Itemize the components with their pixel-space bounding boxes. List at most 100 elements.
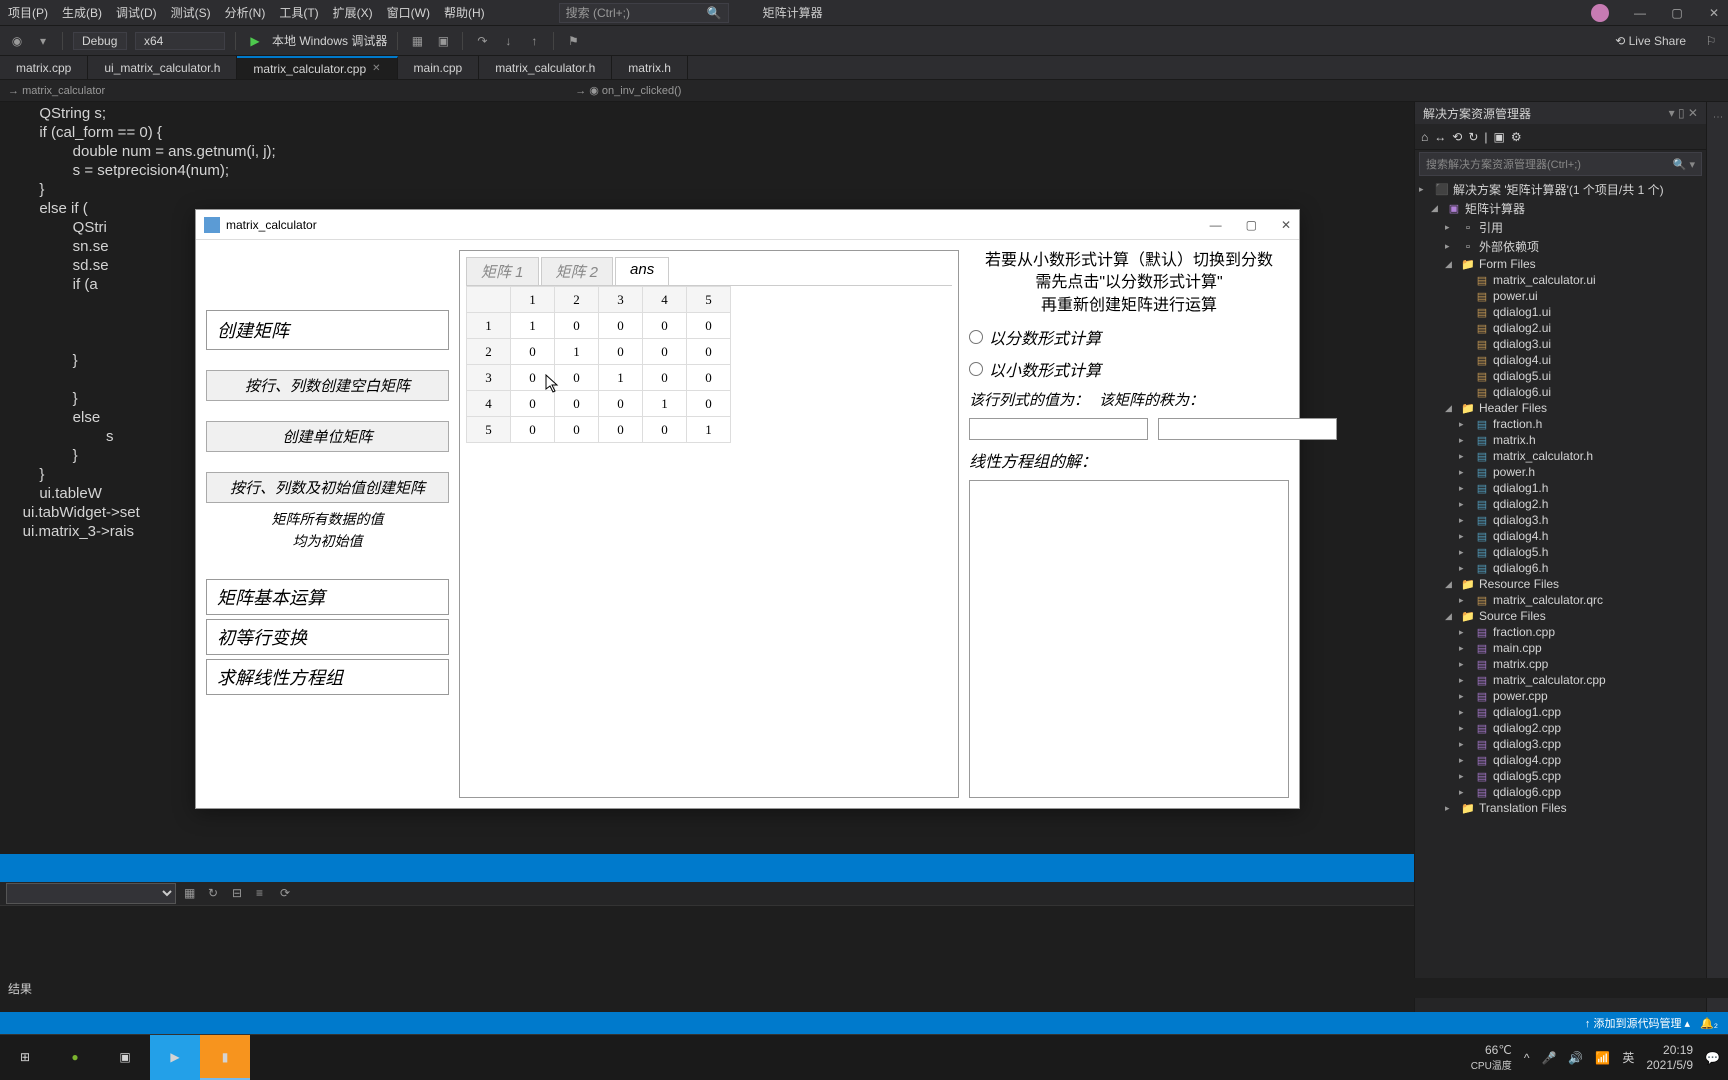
tray-notif-icon[interactable]: 💬: [1705, 1051, 1720, 1065]
solve-linear-section[interactable]: 求解线性方程组: [206, 659, 449, 695]
se-view-icon[interactable]: ▣: [1494, 130, 1505, 144]
tree-node[interactable]: ◢📁Header Files: [1415, 400, 1706, 416]
project-name-button[interactable]: 矩阵计算器: [763, 4, 823, 21]
se-prop-icon[interactable]: ⚙: [1511, 130, 1522, 144]
step-out-icon[interactable]: ↑: [525, 32, 543, 50]
tray-net-icon[interactable]: 📶: [1595, 1051, 1610, 1065]
decimal-mode-radio[interactable]: 以小数形式计算: [969, 357, 1289, 381]
menu-analyze[interactable]: 分析(N): [225, 4, 266, 21]
tree-node[interactable]: ◢📁Source Files: [1415, 608, 1706, 624]
tree-node[interactable]: ▸▤qdialog4.cpp: [1415, 752, 1706, 768]
tree-node[interactable]: ▸▤qdialog6.cpp: [1415, 784, 1706, 800]
tree-node[interactable]: ▸▤qdialog1.h: [1415, 480, 1706, 496]
menu-help[interactable]: 帮助(H): [444, 4, 485, 21]
tree-node[interactable]: ▸⬛解决方案 '矩阵计算器'(1 个项目/共 1 个): [1415, 180, 1706, 199]
tree-node[interactable]: ▸▤matrix.h: [1415, 432, 1706, 448]
tab-matrix-cpp[interactable]: matrix.cpp: [0, 56, 88, 79]
output-icon-1[interactable]: ▦: [184, 886, 200, 902]
step-over-icon[interactable]: ↷: [473, 32, 491, 50]
menu-project[interactable]: 项目(P): [8, 4, 48, 21]
tree-node[interactable]: ▸▫外部依赖项: [1415, 237, 1706, 256]
tree-node[interactable]: ◢📁Resource Files: [1415, 576, 1706, 592]
matrix-table[interactable]: 12345110000201000300100400010500001: [466, 286, 731, 443]
menu-window[interactable]: 窗口(W): [387, 4, 430, 21]
dialog-maximize-icon[interactable]: ▢: [1246, 218, 1257, 232]
breadcrumb-func[interactable]: → ◉ on_inv_clicked(): [575, 84, 681, 97]
global-search-input[interactable]: 搜索 (Ctrl+;) 🔍: [559, 3, 729, 23]
create-blank-button[interactable]: 按行、列数创建空白矩阵: [206, 370, 449, 401]
output-icon-2[interactable]: ↻: [208, 886, 224, 902]
cpu-temp-widget[interactable]: 66℃ CPU温度: [1471, 1043, 1512, 1072]
se-sync-icon[interactable]: ⟲: [1452, 130, 1462, 144]
dialog-minimize-icon[interactable]: —: [1210, 218, 1222, 232]
tree-node[interactable]: ▤power.ui: [1415, 288, 1706, 304]
menu-build[interactable]: 生成(B): [62, 4, 102, 21]
tree-node[interactable]: ▤qdialog3.ui: [1415, 336, 1706, 352]
config-dropdown[interactable]: Debug: [73, 32, 127, 50]
source-control-button[interactable]: ↑ 添加到源代码管理 ▴: [1585, 1015, 1690, 1031]
live-share-button[interactable]: ⟲ Live Share: [1615, 34, 1686, 48]
tab-matrix-calculator-cpp[interactable]: matrix_calculator.cpp✕: [237, 56, 397, 79]
fraction-mode-radio[interactable]: 以分数形式计算: [969, 325, 1289, 349]
tree-node[interactable]: ▸▤power.cpp: [1415, 688, 1706, 704]
bookmark-icon[interactable]: ⚑: [564, 32, 582, 50]
step-into-icon[interactable]: ↓: [499, 32, 517, 50]
solution-search-input[interactable]: 搜索解决方案资源管理器(Ctrl+;)🔍 ▾: [1419, 152, 1702, 176]
tree-node[interactable]: ▸▤matrix.cpp: [1415, 656, 1706, 672]
se-collapse-icon[interactable]: ↔: [1434, 130, 1446, 144]
solution-tree[interactable]: ▸⬛解决方案 '矩阵计算器'(1 个项目/共 1 个)◢▣矩阵计算器▸▫引用▸▫…: [1415, 178, 1706, 1022]
taskbar-app-obs[interactable]: ▣: [100, 1035, 150, 1080]
tray-mic-icon[interactable]: 🎤: [1541, 1051, 1556, 1065]
determinant-output[interactable]: [969, 418, 1148, 440]
output-icon-3[interactable]: ⊟: [232, 886, 248, 902]
matrix-tab-ans[interactable]: ans: [615, 257, 669, 285]
menu-debug[interactable]: 调试(D): [116, 4, 157, 21]
output-icon-4[interactable]: ≡: [256, 886, 272, 902]
menu-test[interactable]: 测试(S): [171, 4, 211, 21]
platform-dropdown[interactable]: x64: [135, 32, 225, 50]
se-refresh-icon[interactable]: ↻: [1468, 130, 1478, 144]
tree-node[interactable]: ▸▫引用: [1415, 218, 1706, 237]
dialog-close-icon[interactable]: ✕: [1281, 218, 1291, 232]
tab-matrix-h[interactable]: matrix.h: [612, 56, 688, 79]
debug-target-button[interactable]: 本地 Windows 调试器: [272, 32, 387, 49]
tree-node[interactable]: ▤qdialog1.ui: [1415, 304, 1706, 320]
minimize-icon[interactable]: —: [1634, 6, 1646, 20]
se-home-icon[interactable]: ⌂: [1421, 130, 1428, 144]
rank-output[interactable]: [1158, 418, 1337, 440]
close-icon[interactable]: ✕: [1708, 6, 1720, 20]
tab-main-cpp[interactable]: main.cpp: [398, 56, 480, 79]
tray-vol-icon[interactable]: 🔊: [1568, 1051, 1583, 1065]
create-identity-button[interactable]: 创建单位矩阵: [206, 421, 449, 452]
tree-node[interactable]: ▸▤matrix_calculator.qrc: [1415, 592, 1706, 608]
row-transform-section[interactable]: 初等行变换: [206, 619, 449, 655]
forward-icon[interactable]: ▾: [34, 32, 52, 50]
taskbar-app-vs[interactable]: ▮: [200, 1035, 250, 1080]
maximize-icon[interactable]: ▢: [1671, 6, 1683, 20]
output-icon-5[interactable]: ⟳: [280, 886, 296, 902]
feedback-icon[interactable]: ⚐: [1702, 32, 1720, 50]
start-button[interactable]: ⊞: [0, 1035, 50, 1080]
tree-node[interactable]: ▤qdialog4.ui: [1415, 352, 1706, 368]
taskbar-app-wechat[interactable]: ●: [50, 1035, 100, 1080]
tree-node[interactable]: ▸▤qdialog2.h: [1415, 496, 1706, 512]
tab-ui-matrix-h[interactable]: ui_matrix_calculator.h: [88, 56, 237, 79]
tree-node[interactable]: ▸▤qdialog3.cpp: [1415, 736, 1706, 752]
matrix-tab-1[interactable]: 矩阵 1: [466, 257, 539, 285]
matrix-tab-2[interactable]: 矩阵 2: [541, 257, 614, 285]
user-avatar[interactable]: [1591, 4, 1609, 22]
tree-node[interactable]: ▸▤qdialog5.cpp: [1415, 768, 1706, 784]
tree-node[interactable]: ▸📁Translation Files: [1415, 800, 1706, 816]
tree-node[interactable]: ▸▤qdialog2.cpp: [1415, 720, 1706, 736]
ab-item[interactable]: ⋮: [1710, 106, 1725, 128]
tree-node[interactable]: ▸▤qdialog6.h: [1415, 560, 1706, 576]
tb-icon-1[interactable]: ▦: [408, 32, 426, 50]
menu-tools[interactable]: 工具(T): [279, 4, 318, 21]
tray-up-icon[interactable]: ^: [1524, 1051, 1530, 1065]
tree-node[interactable]: ▸▤qdialog1.cpp: [1415, 704, 1706, 720]
notification-icon[interactable]: 🔔₂: [1700, 1017, 1718, 1030]
output-source-dropdown[interactable]: [6, 883, 176, 904]
back-icon[interactable]: ◉: [8, 32, 26, 50]
tree-node[interactable]: ▸▤fraction.cpp: [1415, 624, 1706, 640]
tree-node[interactable]: ▸▤qdialog4.h: [1415, 528, 1706, 544]
